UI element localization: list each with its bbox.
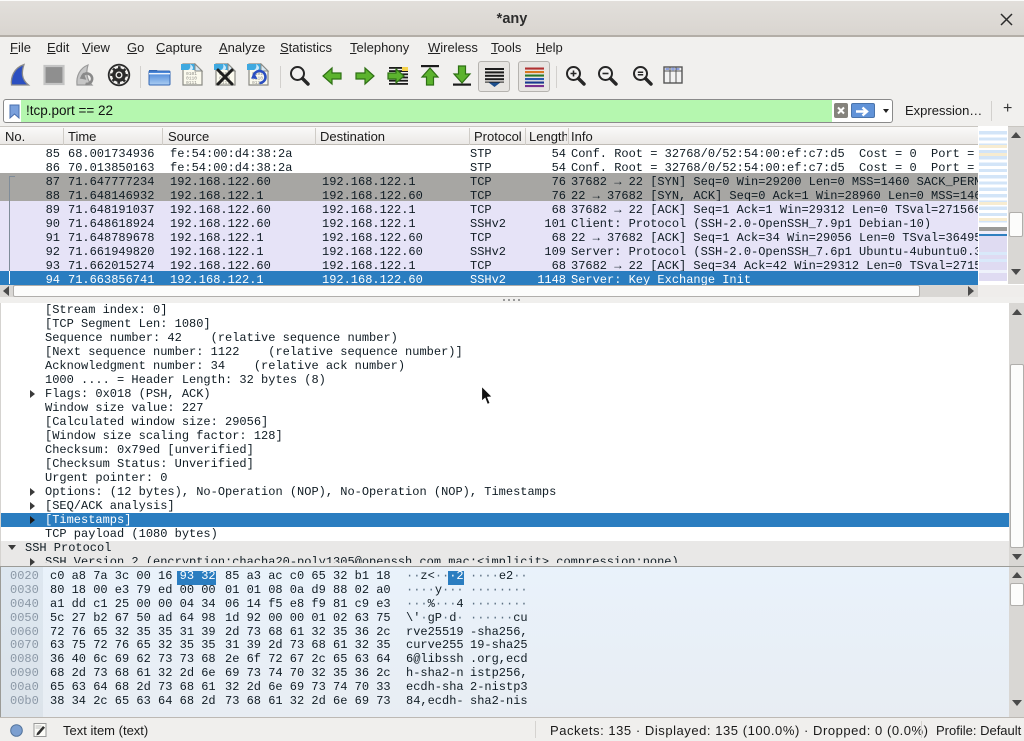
svg-text:0111: 0111 bbox=[186, 80, 197, 86]
